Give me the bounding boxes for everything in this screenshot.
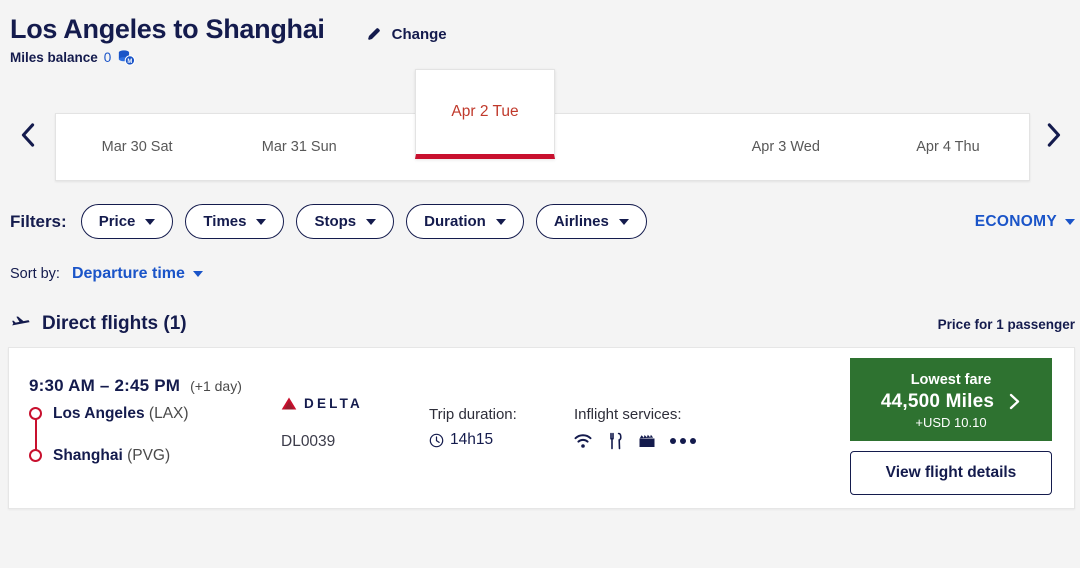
chevron-down-icon (618, 218, 629, 225)
date-prev-button[interactable] (0, 91, 55, 181)
fare-label: Lowest fare (910, 371, 992, 388)
date-tab-4[interactable]: Apr 3 Wed (705, 114, 867, 180)
inflight-services-icons (574, 432, 696, 450)
fare-amount-row: 44,500 Miles (881, 391, 1021, 413)
select-fare-button[interactable]: Lowest fare 44,500 Miles +USD 10.10 (850, 358, 1052, 441)
route-connector-line (35, 417, 37, 451)
date-navigation: Mar 30 Sat Mar 31 Sun Apr 1 Mon Apr 3 We… (0, 69, 1080, 181)
filter-chip-airlines[interactable]: Airlines (535, 204, 647, 239)
route-origin-dot-icon (29, 407, 42, 420)
chevron-down-icon (1065, 218, 1075, 225)
delta-triangle-icon (281, 397, 297, 410)
filter-chip-price-label: Price (98, 213, 136, 230)
flight-number: DL0039 (281, 433, 336, 450)
date-tab-selected[interactable]: Apr 2 Tue (415, 69, 555, 159)
chevron-down-icon (192, 271, 203, 277)
trip-duration-value-row: 14h15 (429, 431, 517, 449)
sort-by-label: Sort by: (10, 266, 60, 282)
movie-icon (638, 432, 656, 450)
date-next-button[interactable] (1025, 91, 1080, 181)
miles-balance-label: Miles balance (10, 50, 98, 65)
fare-taxes: +USD 10.10 (915, 414, 987, 430)
flight-search-page: Los Angeles to Shanghai Change Miles bal… (0, 0, 1080, 568)
miles-balance: Miles balance 0 M (10, 49, 1080, 66)
filters-label: Filters: (10, 211, 67, 231)
route-destination: Shanghai (PVG) (53, 445, 242, 466)
pencil-icon (366, 26, 383, 43)
filter-chip-stops[interactable]: Stops (296, 204, 395, 239)
trip-duration-value: 14h15 (450, 431, 494, 448)
date-tab-5[interactable]: Apr 4 Thu (867, 114, 1029, 180)
filter-chip-times-label: Times (203, 213, 247, 230)
arrival-day-offset: (+1 day) (190, 378, 242, 394)
origin-city: Los Angeles (53, 405, 145, 422)
date-tab-1[interactable]: Mar 31 Sun (218, 114, 380, 180)
date-tab-0[interactable]: Mar 30 Sat (56, 114, 218, 180)
route-origin: Los Angeles (LAX) (53, 403, 242, 424)
inflight-services-label: Inflight services: (574, 406, 682, 423)
filter-chip-duration-label: Duration (424, 213, 486, 230)
filters-bar: Filters: Price Times Stops Duration Airl… (0, 204, 1080, 239)
airline-info: DELTA DL0039 (281, 396, 363, 451)
chevron-right-icon (1008, 393, 1021, 410)
cabin-class-label: ECONOMY (974, 212, 1057, 230)
airline-logo: DELTA (281, 396, 363, 411)
inflight-services: Inflight services: (574, 406, 696, 450)
view-flight-details-button[interactable]: View flight details (850, 451, 1052, 495)
filter-chip-times[interactable]: Times (185, 204, 285, 239)
airline-name: DELTA (304, 396, 363, 411)
sort-bar: Sort by: Departure time (0, 265, 1080, 283)
chevron-down-icon (495, 218, 506, 225)
flight-times-line: 9:30 AM – 2:45 PM (+1 day) (29, 376, 242, 396)
route-destination-dot-icon (29, 449, 42, 462)
sort-by-selector[interactable]: Departure time (72, 265, 203, 283)
flight-schedule: 9:30 AM – 2:45 PM (+1 day) Los Angeles (… (29, 376, 242, 466)
svg-text:M: M (128, 59, 133, 65)
flight-route: Los Angeles (LAX) Shanghai (PVG) (29, 403, 242, 466)
fare-miles: 44,500 Miles (880, 390, 995, 412)
trip-duration-label: Trip duration: (429, 406, 517, 423)
destination-city: Shanghai (53, 447, 123, 464)
change-label: Change (391, 26, 447, 43)
destination-code: (PVG) (127, 447, 171, 464)
plane-icon (10, 314, 32, 334)
flight-result-card[interactable]: 9:30 AM – 2:45 PM (+1 day) Los Angeles (… (8, 347, 1075, 509)
origin-code: (LAX) (148, 405, 189, 422)
results-section-header: Direct flights (1) Price for 1 passenger (0, 313, 1080, 335)
clock-icon (429, 433, 444, 448)
filter-chip-airlines-label: Airlines (553, 213, 609, 230)
price-passenger-note: Price for 1 passenger (937, 316, 1075, 332)
chevron-down-icon (145, 218, 156, 225)
chevron-left-icon (17, 121, 39, 152)
more-icon[interactable] (670, 438, 696, 444)
coin-stack-icon: M (117, 49, 136, 66)
change-search-button[interactable]: Change (366, 26, 447, 43)
chevron-right-icon (1042, 121, 1064, 152)
flight-times: 9:30 AM – 2:45 PM (29, 376, 181, 395)
filter-chip-price[interactable]: Price (80, 204, 174, 239)
chevron-down-icon (366, 218, 377, 225)
trip-duration: Trip duration: 14h15 (429, 406, 517, 449)
page-title: Los Angeles to Shanghai (10, 14, 325, 44)
cutlery-icon (606, 432, 624, 450)
header-title-row: Los Angeles to Shanghai Change (10, 12, 1080, 46)
cabin-class-selector[interactable]: ECONOMY (975, 213, 1075, 231)
filter-chip-stops-label: Stops (314, 213, 357, 230)
chevron-down-icon (256, 218, 267, 225)
page-header: Los Angeles to Shanghai Change Miles bal… (0, 0, 1080, 66)
results-section-title: Direct flights (1) (42, 313, 187, 334)
miles-balance-value: 0 (103, 50, 112, 65)
wifi-icon (574, 432, 592, 450)
filter-chip-duration[interactable]: Duration (406, 204, 524, 239)
sort-by-value: Departure time (71, 265, 185, 282)
